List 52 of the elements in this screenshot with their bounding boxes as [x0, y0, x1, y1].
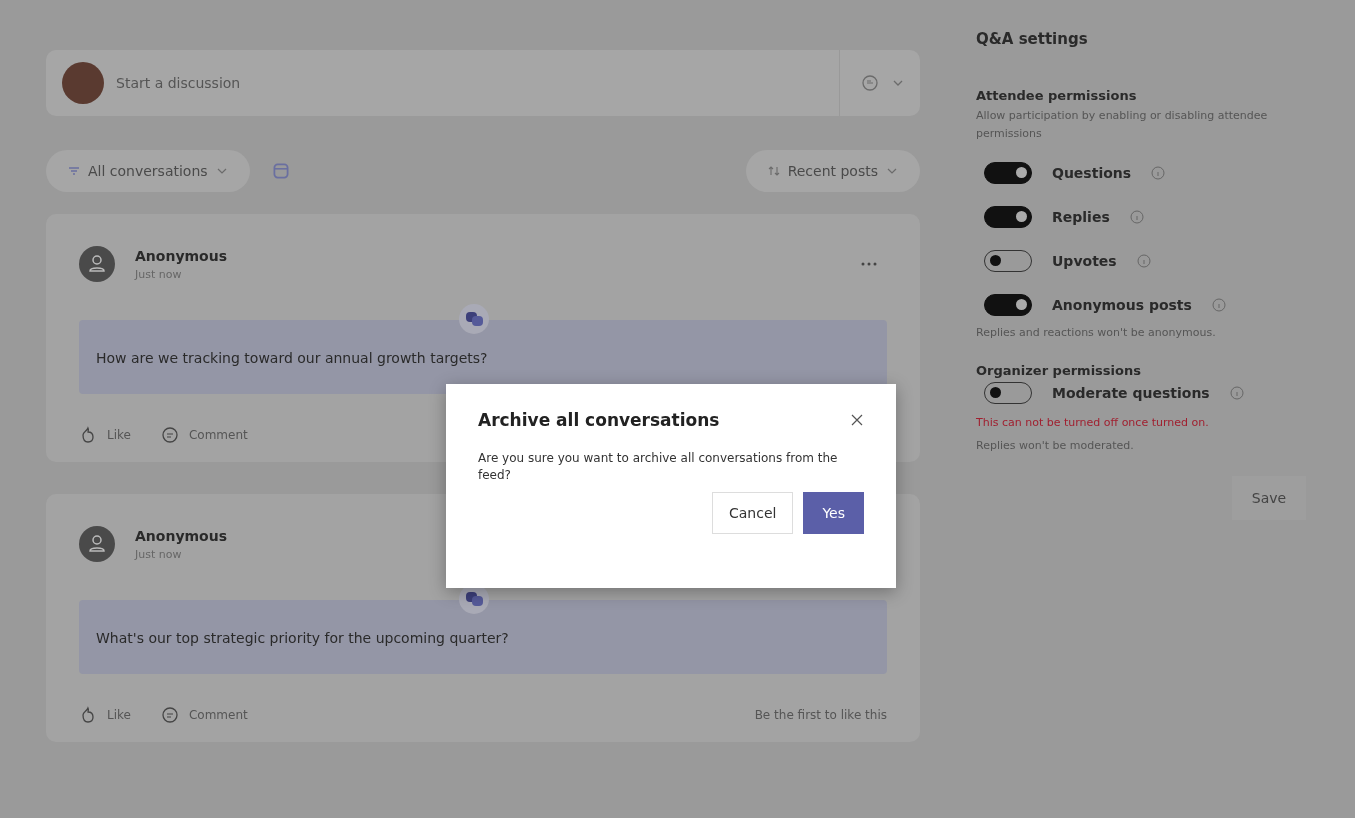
toggle-note: Replies won't be moderated.: [976, 439, 1135, 453]
post-time: Just now: [135, 267, 183, 281]
info-icon[interactable]: [1129, 210, 1144, 225]
question-text: How are we tracking toward our annual growth targets?: [79, 320, 887, 394]
sort-icon: [767, 165, 780, 177]
comment-icon: [160, 426, 179, 444]
section-heading: Attendee permissions: [976, 88, 1138, 103]
more-options-icon[interactable]: [861, 262, 877, 266]
chat-icon[interactable]: [860, 73, 880, 93]
like-button[interactable]: Like: [79, 426, 131, 444]
post-time: Just now: [135, 547, 183, 561]
likes-summary: Be the first to like this: [754, 708, 887, 722]
confirm-button[interactable]: Yes: [803, 491, 864, 534]
discussion-composer[interactable]: Start a discussion: [46, 50, 920, 116]
question-text: What's our top strategic priority for the upcoming quarter?: [79, 600, 887, 674]
close-icon[interactable]: [850, 413, 864, 427]
avatar-photo: [62, 62, 104, 104]
info-icon[interactable]: [1151, 166, 1166, 181]
comment-button[interactable]: Comment: [160, 706, 248, 724]
anonymous-avatar-icon: [79, 246, 115, 282]
like-icon: [79, 426, 97, 444]
comment-icon: [160, 706, 179, 724]
composer-placeholder: Start a discussion: [116, 75, 242, 91]
comment-button[interactable]: Comment: [160, 426, 248, 444]
toggle-switch[interactable]: [984, 162, 1032, 185]
section-heading: Organizer permissions: [976, 363, 1142, 379]
filter-dropdown[interactable]: All conversations: [46, 150, 250, 192]
like-button[interactable]: Like: [79, 706, 131, 724]
info-icon[interactable]: [1229, 386, 1244, 401]
sort-dropdown[interactable]: Recent posts: [745, 150, 920, 192]
save-button[interactable]: Save: [1232, 476, 1306, 521]
toggle-label: Questions: [1052, 165, 1132, 182]
toggle-label: Upvotes: [1052, 253, 1117, 270]
author-name: Anonymous: [135, 527, 228, 544]
toggle-switch[interactable]: [984, 206, 1032, 229]
dialog-message: Are you sure you want to archive all conversations from the feed?: [478, 450, 839, 484]
toggle-note: Replies and reactions won't be anonymous.: [976, 326, 1217, 340]
warning-text: This can not be turned off once turned on.: [976, 416, 1210, 430]
toggle-label: Replies: [1052, 209, 1110, 226]
toggle-label: Anonymous posts: [1052, 297, 1192, 314]
info-icon[interactable]: [1211, 298, 1226, 313]
toggle-label: Moderate questions: [1052, 385, 1210, 402]
like-icon: [79, 706, 97, 724]
dialog-title: Archive all conversations: [478, 410, 720, 430]
filter-icon: [68, 165, 80, 177]
info-icon[interactable]: [1136, 254, 1151, 269]
anonymous-avatar-icon: [79, 526, 115, 562]
author-name: Anonymous: [135, 247, 228, 264]
section-description: Allow participation by enabling or disabling attendee permissions: [976, 108, 1269, 142]
cancel-button[interactable]: Cancel: [711, 491, 794, 534]
settings-title: Q&A settings: [976, 30, 1089, 48]
toggle-switch[interactable]: [984, 294, 1032, 317]
